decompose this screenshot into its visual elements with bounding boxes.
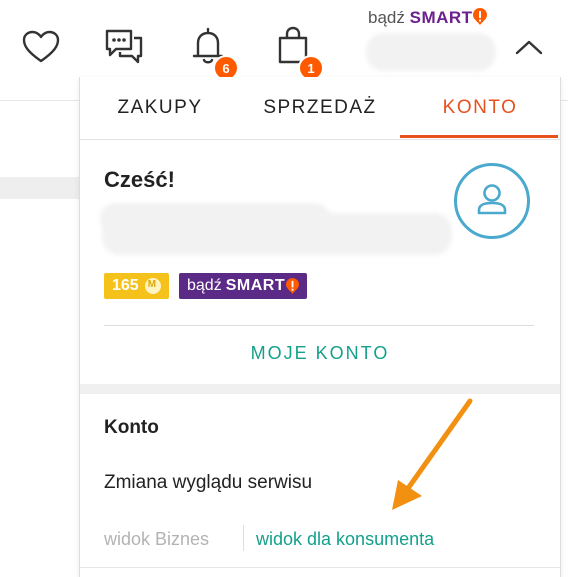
divider bbox=[104, 325, 534, 326]
tab-zakupy[interactable]: ZAKUPY bbox=[80, 77, 240, 139]
avatar[interactable] bbox=[454, 163, 530, 239]
bottom-divider bbox=[80, 567, 560, 568]
smart-logo-top[interactable]: bądź SMART bbox=[368, 8, 487, 28]
settings-section-title: Konto bbox=[104, 417, 159, 438]
smart-badge-word: SMART bbox=[225, 277, 286, 294]
smart-badge-exclamation-icon bbox=[286, 278, 300, 294]
dropdown-tabs: ZAKUPY SPRZEDAŻ KONTO bbox=[80, 77, 560, 140]
smart-prefix: bądź bbox=[368, 8, 405, 27]
smart-word: SMART bbox=[409, 8, 473, 27]
page-background-strip bbox=[0, 177, 80, 199]
annotation-arrow-icon bbox=[392, 398, 473, 510]
heart-icon[interactable] bbox=[22, 30, 60, 64]
smart-badge[interactable]: bądź SMART bbox=[179, 273, 308, 299]
username-redacted[interactable] bbox=[366, 33, 496, 71]
tab-konto[interactable]: KONTO bbox=[400, 77, 560, 139]
view-business-option: widok Biznes bbox=[104, 529, 210, 549]
user-login-redacted bbox=[102, 213, 452, 255]
view-options-divider bbox=[243, 525, 244, 551]
greeting: Cześć! bbox=[104, 167, 175, 192]
view-consumer-link[interactable]: widok dla konsumenta bbox=[256, 529, 434, 550]
coins-value: 165 bbox=[112, 277, 139, 294]
appearance-label: Zmiana wyglądu serwisu bbox=[104, 472, 313, 493]
coins-badge[interactable]: 165 bbox=[104, 273, 169, 299]
smart-exclamation-icon bbox=[472, 8, 487, 25]
smart-badge-prefix: bądź bbox=[187, 277, 222, 294]
active-tab-indicator bbox=[400, 135, 558, 138]
chat-icon[interactable] bbox=[104, 28, 144, 66]
chevron-up-icon[interactable] bbox=[514, 38, 544, 56]
account-dropdown: ZAKUPY SPRZEDAŻ KONTO Cześć! 165 bądź SM… bbox=[79, 77, 561, 577]
section-separator bbox=[80, 384, 560, 394]
user-icon bbox=[477, 184, 507, 215]
coin-icon bbox=[144, 278, 161, 294]
tab-sprzedaz[interactable]: SPRZEDAŻ bbox=[240, 77, 400, 139]
my-account-link[interactable]: MOJE KONTO bbox=[80, 343, 560, 364]
